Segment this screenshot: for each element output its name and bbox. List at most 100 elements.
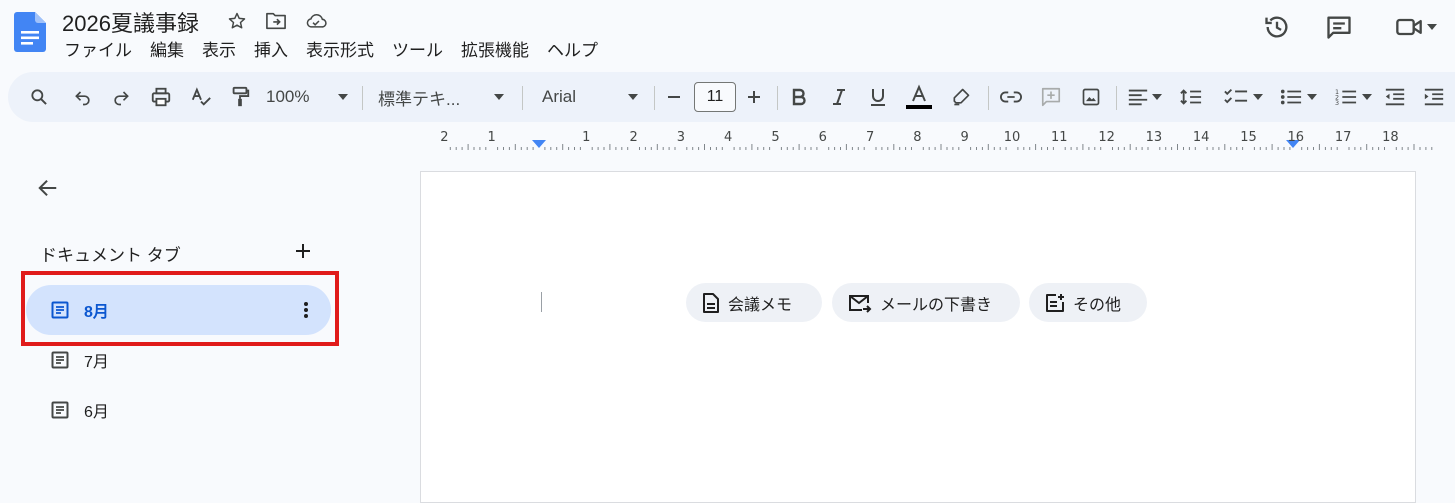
decrease-font-size-icon[interactable]	[664, 72, 684, 122]
paint-format-icon[interactable]	[226, 72, 254, 122]
mail-arrow-icon	[849, 294, 872, 313]
svg-text:3: 3	[1335, 99, 1339, 107]
annotation-highlight-box	[21, 271, 339, 346]
ruler-label: 14	[1192, 130, 1210, 145]
comments-icon[interactable]	[1324, 12, 1354, 42]
decrease-indent-icon[interactable]	[1382, 72, 1408, 122]
toolbar-divider	[777, 86, 778, 110]
move-folder-icon[interactable]	[265, 10, 287, 32]
menu-insert[interactable]: 挿入	[254, 40, 298, 62]
align-dropdown[interactable]	[1124, 72, 1164, 122]
star-icon[interactable]	[226, 10, 248, 32]
chevron-down-icon	[1252, 94, 1263, 100]
menu-edit[interactable]: 編集	[150, 40, 194, 62]
print-icon[interactable]	[147, 72, 175, 122]
insert-image-icon[interactable]	[1078, 72, 1104, 122]
numbered-list-dropdown[interactable]: 123	[1330, 72, 1376, 122]
add-comment-icon[interactable]	[1038, 72, 1064, 122]
ruler-label: 3	[676, 130, 686, 145]
spellcheck-icon[interactable]	[187, 72, 215, 122]
text-cursor	[541, 292, 542, 312]
ruler-label: 15	[1240, 130, 1257, 145]
tabs-heading: ドキュメント タブ	[40, 246, 181, 265]
tab-label: 6月	[84, 404, 109, 421]
bold-icon[interactable]	[788, 72, 810, 122]
note-add-icon	[1046, 293, 1064, 312]
document-icon	[50, 400, 70, 420]
horizontal-ruler[interactable]: 2 1 1 2 3 4 5 6 7 8 9 10 11 12 13 14 15 16 17 18	[420, 126, 1455, 150]
ruler-label: 17	[1334, 130, 1352, 145]
back-arrow-icon[interactable]	[34, 174, 62, 202]
chevron-down-icon	[628, 94, 638, 100]
ruler-label: 8	[913, 130, 922, 145]
insert-link-icon[interactable]	[998, 72, 1024, 122]
chevron-down-icon	[1151, 94, 1162, 100]
chevron-down-icon	[494, 94, 504, 100]
ruler-label: 13	[1145, 130, 1163, 145]
bulleted-list-dropdown[interactable]	[1276, 72, 1320, 122]
paragraph-style-select[interactable]: 標準テキ...	[378, 72, 504, 122]
font-size-input[interactable]: 11	[694, 82, 736, 112]
ruler-label: 10	[1003, 130, 1021, 145]
docs-logo-icon[interactable]	[14, 12, 46, 52]
version-history-icon[interactable]	[1262, 12, 1292, 42]
chip-meeting-notes[interactable]: 会議メモ	[686, 283, 822, 322]
font-family-select[interactable]: Arial	[542, 72, 638, 122]
undo-icon[interactable]	[70, 72, 96, 122]
chip-label: メールの下書き	[880, 296, 993, 314]
chip-more[interactable]: その他	[1029, 283, 1147, 322]
ruler-label: 6	[818, 130, 827, 145]
toolbar-divider	[362, 86, 363, 110]
menu-extensions[interactable]: 拡張機能	[461, 40, 539, 62]
ruler-label: 12	[1098, 130, 1115, 145]
meet-icon[interactable]	[1390, 12, 1442, 42]
ruler-label: 5	[771, 130, 780, 145]
menu-file[interactable]: ファイル	[64, 40, 142, 62]
document-page[interactable]	[420, 171, 1416, 503]
ruler-label: 1	[582, 130, 591, 145]
left-indent-marker-icon	[532, 140, 546, 148]
ruler-label: 9	[960, 130, 969, 145]
increase-font-size-icon[interactable]	[744, 72, 764, 122]
cloud-saved-icon[interactable]	[305, 10, 327, 32]
ruler-label: 4	[724, 130, 733, 145]
toolbar-divider	[988, 86, 989, 110]
chip-label: その他	[1073, 296, 1122, 314]
document-icon	[50, 350, 70, 370]
paragraph-style-value: 標準テキ...	[378, 89, 461, 109]
zoom-select[interactable]: 100%	[266, 72, 348, 122]
document-icon	[703, 292, 719, 313]
menu-format[interactable]: 表示形式	[306, 40, 384, 62]
menu-view[interactable]: 表示	[202, 40, 246, 62]
ruler-label: 2	[629, 130, 638, 145]
chip-email-draft[interactable]: メールの下書き	[832, 283, 1020, 322]
tab-item-jun[interactable]: 6月	[26, 385, 331, 435]
toolbar-divider	[654, 86, 655, 110]
ruler-label: 2	[440, 130, 449, 145]
underline-icon[interactable]	[867, 72, 889, 122]
ruler-label: 11	[1051, 130, 1068, 145]
ruler-label: 18	[1382, 130, 1399, 145]
toolbar: 100% 標準テキ... Arial 11 1 2 3	[8, 72, 1455, 122]
document-title[interactable]: 2026夏議事録	[62, 6, 199, 38]
highlight-color-icon[interactable]	[948, 72, 974, 122]
text-color-icon[interactable]	[904, 72, 934, 122]
redo-icon[interactable]	[108, 72, 134, 122]
menu-bar: ファイル 編集 表示 挿入 表示形式 ツール 拡張機能 ヘルプ	[64, 40, 616, 62]
menu-tools[interactable]: ツール	[392, 40, 453, 62]
checklist-dropdown[interactable]	[1218, 72, 1268, 122]
menu-help[interactable]: ヘルプ	[547, 40, 608, 62]
chevron-down-icon	[1361, 94, 1372, 100]
increase-indent-icon[interactable]	[1421, 72, 1447, 122]
tab-label: 7月	[84, 354, 109, 371]
toolbar-divider	[1116, 86, 1117, 110]
chip-label: 会議メモ	[728, 296, 793, 314]
ruler-label: 1	[487, 130, 496, 145]
italic-icon[interactable]	[828, 72, 850, 122]
zoom-value: 100%	[266, 87, 310, 106]
search-menus-icon[interactable]	[26, 72, 52, 122]
font-family-value: Arial	[542, 87, 577, 106]
add-tab-icon[interactable]	[292, 240, 314, 262]
line-spacing-icon[interactable]	[1178, 72, 1204, 122]
chevron-down-icon	[1306, 94, 1317, 100]
